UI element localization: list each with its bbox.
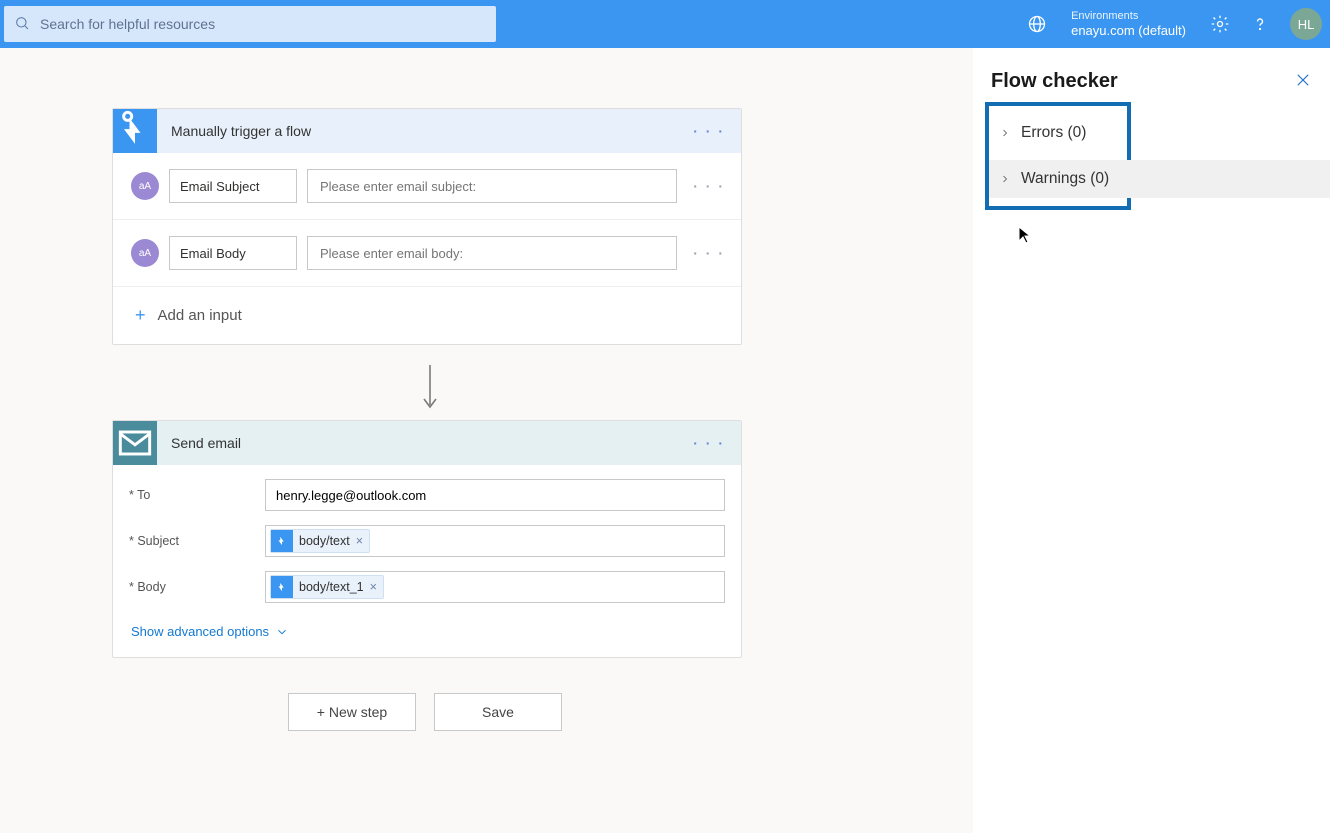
input-row: aA Email Body · · · bbox=[113, 220, 741, 287]
token-remove-icon[interactable]: × bbox=[370, 580, 377, 594]
trigger-header[interactable]: Manually trigger a flow · · · bbox=[113, 109, 741, 153]
body-field[interactable]: body/text_1 × bbox=[265, 571, 725, 603]
dynamic-token[interactable]: body/text × bbox=[270, 529, 370, 553]
avatar[interactable]: HL bbox=[1290, 8, 1322, 40]
send-email-menu-icon[interactable]: · · · bbox=[687, 435, 731, 451]
input-label[interactable]: Email Body bbox=[169, 236, 297, 270]
settings-icon[interactable] bbox=[1204, 8, 1236, 40]
trigger-icon bbox=[113, 109, 157, 153]
subject-label: * Subject bbox=[129, 534, 255, 548]
errors-label: Errors (0) bbox=[1021, 124, 1086, 142]
input-menu-icon[interactable]: · · · bbox=[687, 178, 731, 194]
send-email-title: Send email bbox=[171, 435, 687, 451]
canvas: Manually trigger a flow · · · aA Email S… bbox=[0, 48, 1330, 833]
chevron-right-icon bbox=[997, 127, 1013, 139]
subject-row: * Subject body/text × bbox=[113, 518, 741, 564]
save-button[interactable]: Save bbox=[434, 693, 562, 731]
dynamic-token[interactable]: body/text_1 × bbox=[270, 575, 384, 599]
env-label: Environments bbox=[1071, 10, 1186, 23]
body-label: * Body bbox=[129, 580, 255, 594]
to-row: * To bbox=[113, 465, 741, 518]
send-email-header[interactable]: Send email · · · bbox=[113, 421, 741, 465]
token-remove-icon[interactable]: × bbox=[356, 534, 363, 548]
warnings-label: Warnings (0) bbox=[1021, 170, 1109, 188]
token-trigger-icon bbox=[271, 576, 293, 598]
env-name: enayu.com (default) bbox=[1071, 23, 1186, 39]
warnings-row[interactable]: Warnings (0) bbox=[989, 156, 1127, 202]
token-trigger-icon bbox=[271, 530, 293, 552]
to-field[interactable] bbox=[265, 479, 725, 511]
text-type-icon: aA bbox=[131, 239, 159, 267]
input-label[interactable]: Email Subject bbox=[169, 169, 297, 203]
add-input-button[interactable]: + Add an input bbox=[113, 287, 741, 344]
connector-arrow-icon bbox=[420, 363, 440, 413]
add-input-label: Add an input bbox=[158, 307, 242, 324]
panel-header: Flow checker bbox=[973, 48, 1330, 103]
to-label: * To bbox=[129, 488, 255, 502]
subject-field[interactable]: body/text × bbox=[265, 525, 725, 557]
plus-icon: + bbox=[135, 305, 146, 326]
flow-checker-panel: Flow checker Errors (0) Warnings (0) bbox=[973, 48, 1330, 833]
help-icon[interactable] bbox=[1244, 8, 1276, 40]
show-advanced-button[interactable]: Show advanced options bbox=[113, 610, 741, 657]
close-icon[interactable] bbox=[1294, 71, 1312, 92]
errors-row[interactable]: Errors (0) bbox=[989, 110, 1127, 156]
advanced-label: Show advanced options bbox=[131, 624, 269, 639]
send-email-card: Send email · · · * To * Subject body/tex… bbox=[112, 420, 742, 658]
search-box[interactable] bbox=[4, 6, 496, 42]
footer-buttons: + New step Save bbox=[288, 693, 562, 731]
trigger-title: Manually trigger a flow bbox=[171, 123, 687, 139]
trigger-menu-icon[interactable]: · · · bbox=[687, 123, 731, 139]
input-placeholder-field[interactable] bbox=[307, 236, 677, 270]
cursor-icon bbox=[1017, 225, 1033, 248]
body-row: * Body body/text_1 × bbox=[113, 564, 741, 610]
input-row: aA Email Subject · · · bbox=[113, 153, 741, 220]
token-text: body/text bbox=[299, 534, 350, 548]
input-placeholder-field[interactable] bbox=[307, 169, 677, 203]
new-step-button[interactable]: + New step bbox=[288, 693, 416, 731]
globe-icon[interactable] bbox=[1021, 8, 1053, 40]
input-menu-icon[interactable]: · · · bbox=[687, 245, 731, 261]
environment-picker[interactable]: Environments enayu.com (default) bbox=[1071, 10, 1186, 39]
chevron-right-icon bbox=[997, 173, 1013, 185]
panel-title: Flow checker bbox=[991, 70, 1118, 93]
search-input[interactable] bbox=[38, 15, 486, 33]
topbar: Environments enayu.com (default) HL bbox=[0, 0, 1330, 48]
search-icon bbox=[14, 15, 30, 34]
trigger-card: Manually trigger a flow · · · aA Email S… bbox=[112, 108, 742, 345]
text-type-icon: aA bbox=[131, 172, 159, 200]
token-text: body/text_1 bbox=[299, 580, 364, 594]
highlight-annotation: Errors (0) Warnings (0) bbox=[985, 102, 1131, 210]
envelope-icon bbox=[113, 421, 157, 465]
